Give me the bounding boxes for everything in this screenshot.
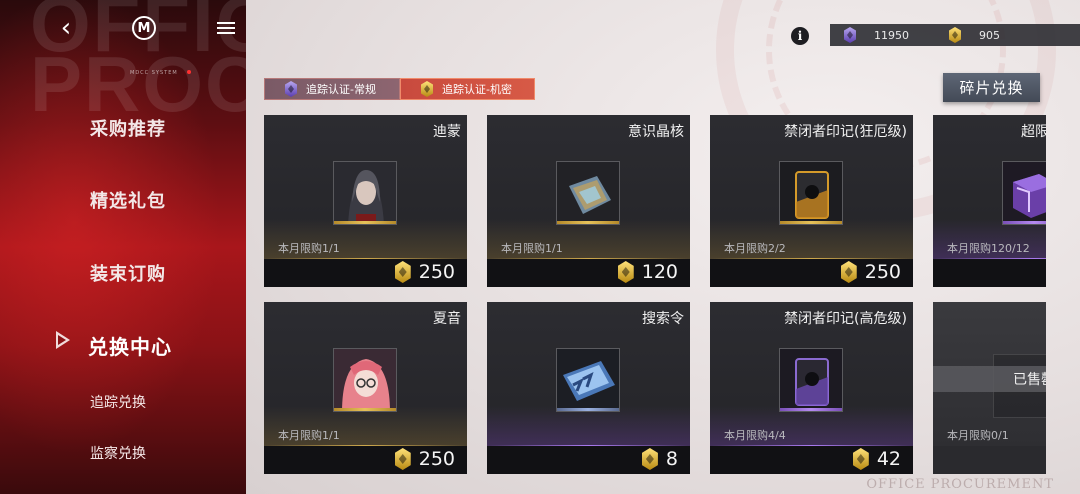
purchase-limit: 本月限购1/1 xyxy=(278,242,340,255)
item-card[interactable]: 搜索令 8 xyxy=(487,302,690,474)
shard-exchange-button[interactable]: 碎片兑换 xyxy=(943,73,1040,102)
nav-item-gift-packs[interactable]: 精选礼包 xyxy=(90,187,166,213)
currency-purple: 11950 xyxy=(844,24,909,46)
gold-cert-icon xyxy=(840,261,857,283)
gold-amount: 905 xyxy=(979,28,1000,42)
item-card[interactable]: 意识晶核 本月限购1/1 120 xyxy=(487,115,690,287)
tab-label: 追踪认证-常规 xyxy=(306,83,376,96)
price: 250 xyxy=(840,261,901,283)
sub-item-supervision-exchange[interactable]: 监察兑换 xyxy=(90,443,146,463)
sub-item-tracking-exchange[interactable]: 追踪兑换 xyxy=(90,392,146,412)
item-card[interactable]: 禁闭者印记(高危级) 本月限购4/4 42 xyxy=(710,302,913,474)
currency-bar: 11950 905 xyxy=(830,24,1080,46)
search-warrant-icon xyxy=(556,348,620,412)
item-name: 意识晶核 xyxy=(628,124,684,140)
item-card[interactable]: 禁闭者印记(狂厄级) 本月限购2/2 250 xyxy=(710,115,913,287)
purchase-limit: 本月限购0/1 xyxy=(947,429,1009,442)
item-name: 夏音 xyxy=(433,311,461,327)
price: 250 xyxy=(394,448,455,470)
price: 250 xyxy=(394,261,455,283)
purchase-limit: 本月限购1/1 xyxy=(278,429,340,442)
purple-cert-icon xyxy=(285,81,297,97)
gold-cert-icon xyxy=(949,27,961,43)
gold-cert-icon xyxy=(852,448,869,470)
tab-tracking-secret[interactable]: 追踪认证-机密 xyxy=(400,78,535,100)
sold-out-label: 已售罄 xyxy=(933,366,1046,392)
gold-cert-icon xyxy=(394,448,411,470)
item-name: 超限 xyxy=(1021,124,1046,140)
item-name: 搜索令 xyxy=(642,311,684,327)
item-card-sold-out[interactable]: 已售罄 本月限购0/1 xyxy=(933,302,1046,474)
price: 120 xyxy=(617,261,678,283)
purple-cert-icon xyxy=(844,27,856,43)
crystal-core-icon xyxy=(556,161,620,225)
purchase-limit: 本月限购1/1 xyxy=(501,242,563,255)
purchase-limit: 本月限购4/4 xyxy=(724,429,786,442)
prisoner-mark-gold-icon xyxy=(779,161,843,225)
nav-item-procurement[interactable]: 采购推荐 xyxy=(90,115,166,141)
item-name: 禁闭者印记(狂厄级) xyxy=(784,124,907,140)
purple-amount: 11950 xyxy=(874,28,909,42)
item-grid: 迪蒙 本月限购1/1 250 意识晶核 本月限购1/1 120 禁闭者印记(狂厄… xyxy=(264,115,1046,477)
item-card[interactable]: 夏音 本月限购1/1 250 xyxy=(264,302,467,474)
price: 42 xyxy=(852,448,901,470)
currency-gold: 905 xyxy=(949,24,1000,46)
tab-tracking-regular[interactable]: 追踪认证-常规 xyxy=(264,78,400,100)
character-portrait xyxy=(333,348,397,412)
gold-cert-icon xyxy=(421,81,433,97)
item-name: 禁闭者印记(高危级) xyxy=(784,311,907,327)
purchase-limit: 本月限购120/12 xyxy=(947,242,1030,255)
info-icon[interactable]: i xyxy=(791,27,809,45)
gold-cert-icon xyxy=(394,261,411,283)
active-arrow-icon xyxy=(56,331,70,349)
footer-watermark: OFFICE PROCUREMENT xyxy=(866,477,1054,492)
nav-item-outfits[interactable]: 装束订购 xyxy=(90,260,166,286)
item-card[interactable]: 迪蒙 本月限购1/1 250 xyxy=(264,115,467,287)
item-name: 迪蒙 xyxy=(433,124,461,140)
character-portrait xyxy=(333,161,397,225)
nav-item-exchange-center[interactable]: 兑换中心 xyxy=(88,331,172,360)
side-nav: 采购推荐 精选礼包 装束订购 兑换中心 追踪兑换 监察兑换 xyxy=(0,0,246,494)
prisoner-mark-purple-icon xyxy=(779,348,843,412)
item-card[interactable]: 超限 本月限购120/12 xyxy=(933,115,1046,287)
purchase-limit: 本月限购2/2 xyxy=(724,242,786,255)
tab-label: 追踪认证-机密 xyxy=(442,83,512,96)
gold-cert-icon xyxy=(641,448,658,470)
purple-box-icon xyxy=(1002,161,1046,225)
price: 8 xyxy=(641,448,678,470)
gold-cert-icon xyxy=(617,261,634,283)
